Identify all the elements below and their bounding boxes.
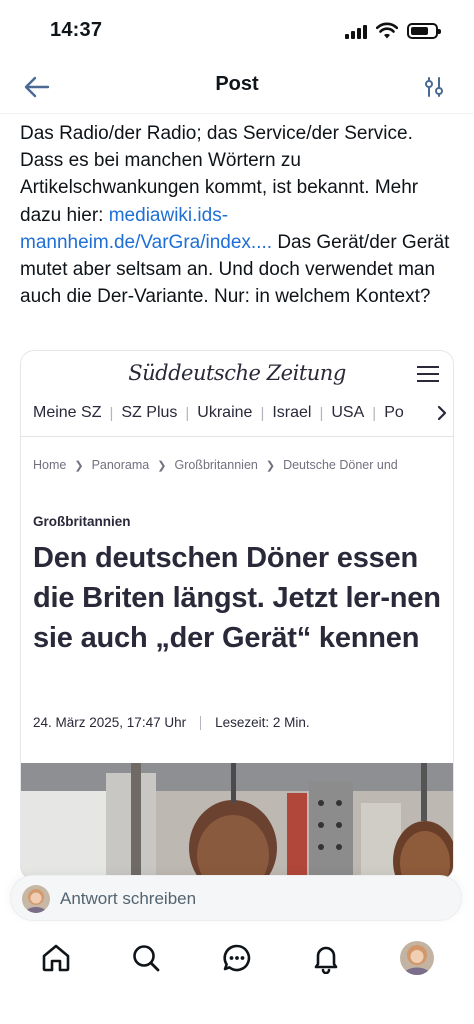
divider: [21, 436, 453, 437]
reading-time: Lesezeit: 2 Min.: [215, 715, 310, 730]
tab-bar: [0, 928, 474, 1024]
wifi-icon: [376, 22, 398, 39]
breadcrumb-item: Deutsche Döner und: [283, 458, 398, 472]
tab-notifications[interactable]: [306, 938, 346, 978]
breadcrumb: Home ❯ Panorama ❯ Großbritannien ❯ Deuts…: [33, 458, 453, 472]
article-photo: [21, 763, 453, 879]
chevron-right-icon: [415, 401, 453, 425]
sliders-icon: [425, 77, 443, 97]
tab-search[interactable]: [126, 938, 166, 978]
tab-messages[interactable]: [217, 938, 257, 978]
newspaper-nav-item: USA: [331, 404, 365, 421]
newspaper-nav-item: Ukraine: [197, 404, 253, 421]
status-bar: 14:37: [0, 0, 474, 62]
notifications-icon: [314, 946, 338, 974]
chevron-right-icon: ❯: [265, 459, 276, 472]
chevron-right-icon: ❯: [74, 459, 84, 472]
filter-button[interactable]: [420, 72, 448, 102]
newspaper-nav-item: Meine SZ: [33, 404, 102, 421]
tab-profile[interactable]: [397, 938, 437, 978]
status-time: 14:37: [50, 19, 103, 41]
breadcrumb-item: Großbritannien: [174, 458, 258, 472]
newspaper-nav: Meine SZ | SZ Plus | Ukraine | Israel | …: [33, 401, 453, 425]
messages-icon: [223, 944, 251, 972]
article-headline: Den deutschen Döner essen die Briten län…: [33, 542, 441, 654]
post-header: Post: [0, 62, 474, 114]
newspaper-nav-item: Po: [384, 404, 404, 421]
avatar: [22, 885, 50, 913]
article-kicker: Großbritannien: [33, 514, 131, 529]
breadcrumb-item: Panorama: [91, 458, 150, 472]
battery-icon: [407, 23, 441, 39]
page-title: Post: [215, 73, 259, 95]
search-icon: [133, 945, 160, 972]
cellular-signal-icon: [345, 25, 369, 39]
newspaper-nav-item: Israel: [272, 404, 312, 421]
profile-avatar: [400, 941, 434, 975]
tab-home[interactable]: [36, 938, 76, 978]
article-meta: 24. März 2025, 17:47 Uhr Lesezeit: 2 Min…: [33, 715, 310, 730]
post-body: Das Radio/der Radio; das Service/der Ser…: [20, 120, 460, 310]
reply-composer[interactable]: Antwort schreiben: [10, 875, 462, 921]
breadcrumb-item: Home: [33, 458, 67, 472]
home-icon: [42, 944, 70, 972]
article-date: 24. März 2025, 17:47 Uhr: [33, 715, 187, 730]
newspaper-nav-item: SZ Plus: [121, 404, 178, 421]
newspaper-logo: Süddeutsche Zeitung: [128, 361, 346, 385]
hamburger-menu-icon: [417, 366, 439, 383]
post-image[interactable]: Süddeutsche Zeitung Meine SZ | SZ Plus |…: [20, 350, 454, 880]
reply-input[interactable]: Antwort schreiben: [60, 889, 196, 909]
chevron-right-icon: ❯: [157, 459, 167, 472]
meta-divider: [200, 715, 202, 730]
